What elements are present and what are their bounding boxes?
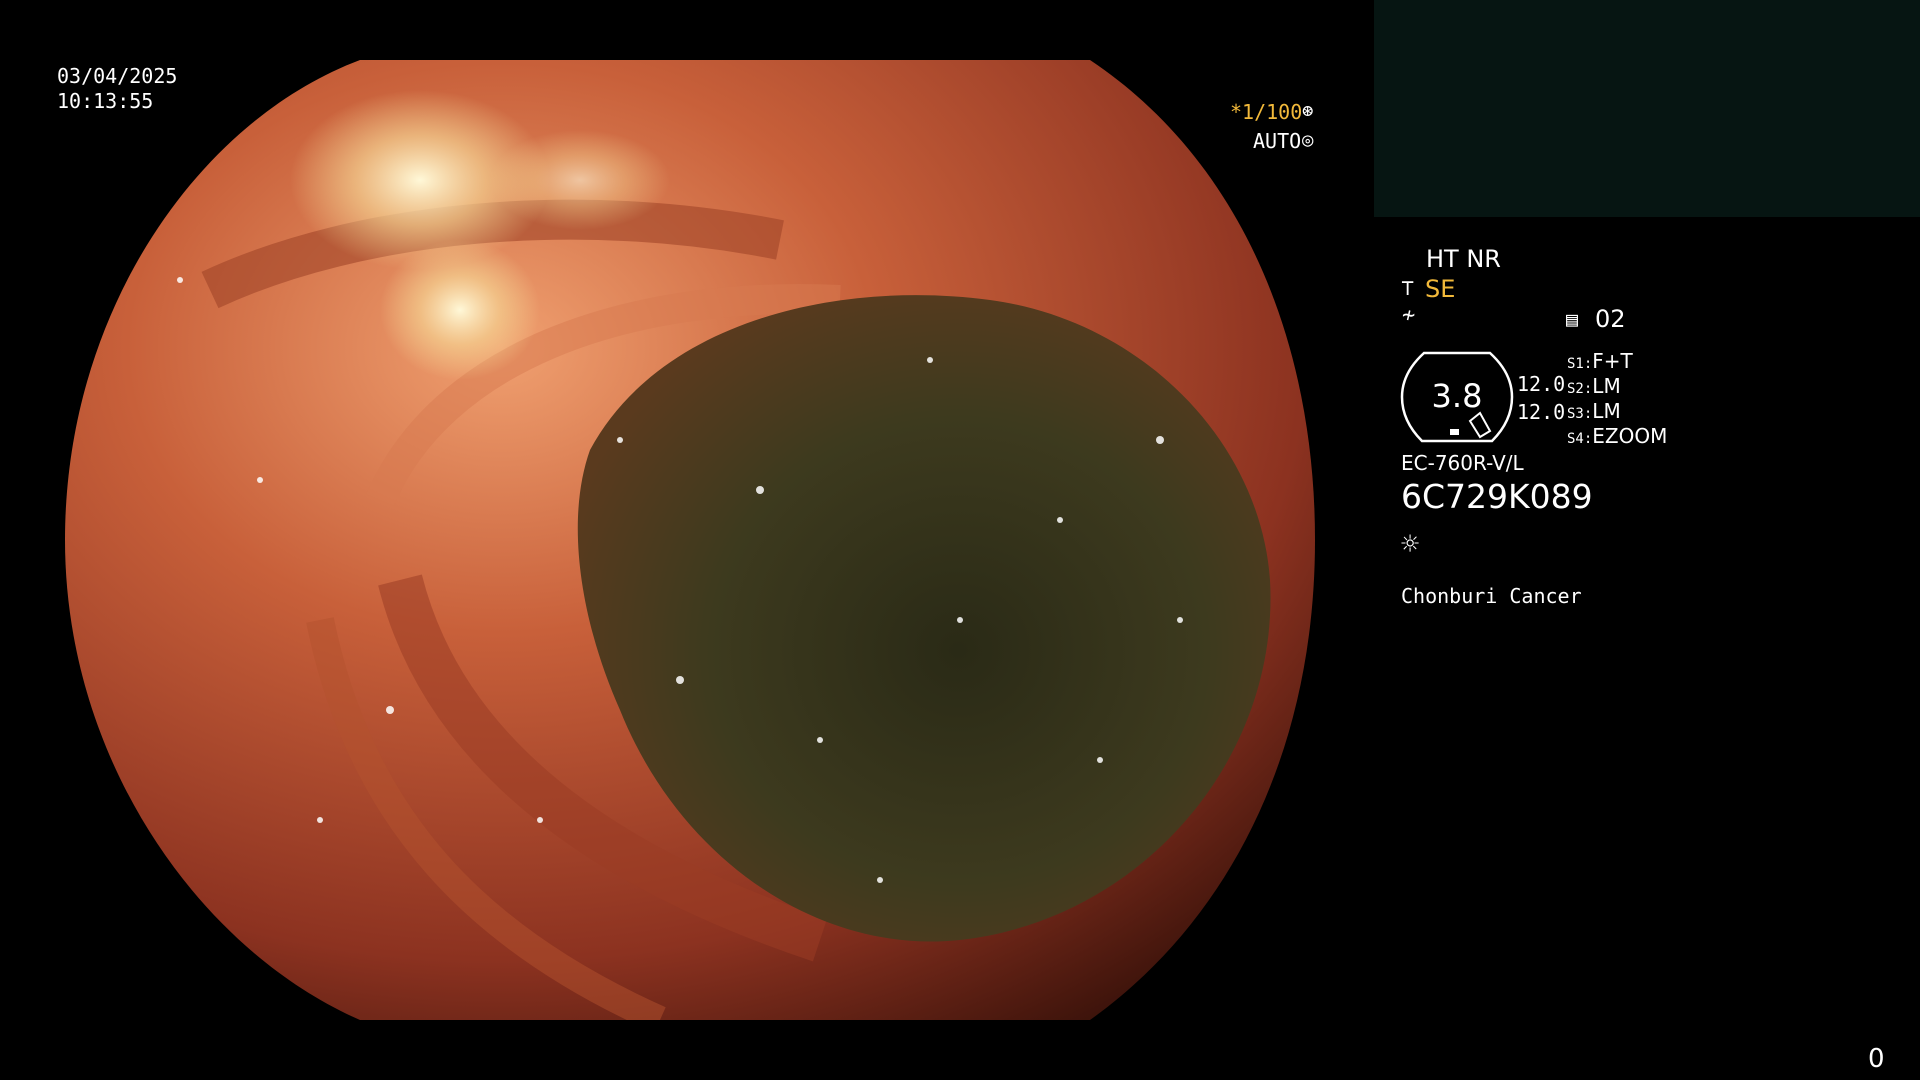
exam-date: 03/04/2025	[57, 64, 178, 88]
memo-icon: ▤	[1566, 307, 1579, 331]
thumbnail-panel	[1374, 0, 1920, 217]
memo-number: 02	[1595, 305, 1626, 333]
switch-key: S4	[1567, 431, 1584, 447]
structure-enhancement-icon: ⊤	[1401, 276, 1415, 301]
light-source-icon: ☼	[1401, 527, 1420, 562]
scope-model: EC-760R-V/L	[1401, 451, 1524, 475]
exposure-icon: ◎	[1302, 129, 1314, 151]
switch-s1: S1:F+T	[1567, 349, 1633, 373]
endoscopy-monitor: 03/04/2025 10:13:55 *1/100 ⊛ AUTO ◎ HT N…	[0, 0, 1920, 1080]
zoom-value: 3.8	[1431, 377, 1483, 415]
exposure-mode: AUTO	[1253, 129, 1302, 153]
switch-s2: S2:LM	[1567, 374, 1621, 398]
switch-value: LM	[1592, 374, 1621, 398]
enhancement-level-1: 12.0	[1517, 372, 1566, 396]
shutter-speed: *1/100	[1230, 100, 1303, 124]
endoscopic-image	[60, 60, 1320, 1020]
switch-value: LM	[1592, 399, 1621, 423]
switch-value: F+T	[1592, 349, 1633, 373]
structure-enhancement-label: SE	[1425, 275, 1456, 303]
switch-key: S1	[1567, 356, 1584, 372]
switch-s3: S3:LM	[1567, 399, 1621, 423]
frame-count: 0	[1868, 1044, 1885, 1074]
switch-value: EZOOM	[1592, 424, 1668, 448]
shutter-icon: ⊛	[1302, 100, 1314, 122]
switch-key: S3	[1567, 406, 1584, 422]
switch-s4: S4:EZOOM	[1567, 424, 1668, 448]
enhancement-level-2: 12.0	[1517, 400, 1566, 424]
freeze-icon: ≁	[1402, 303, 1416, 328]
scope-serial: 6C729K089	[1401, 477, 1593, 516]
institution-name: Chonburi Cancer	[1401, 584, 1582, 608]
exam-time: 10:13:55	[57, 89, 154, 113]
switch-key: S2	[1567, 381, 1584, 397]
processing-modes: HT NR	[1426, 245, 1501, 273]
